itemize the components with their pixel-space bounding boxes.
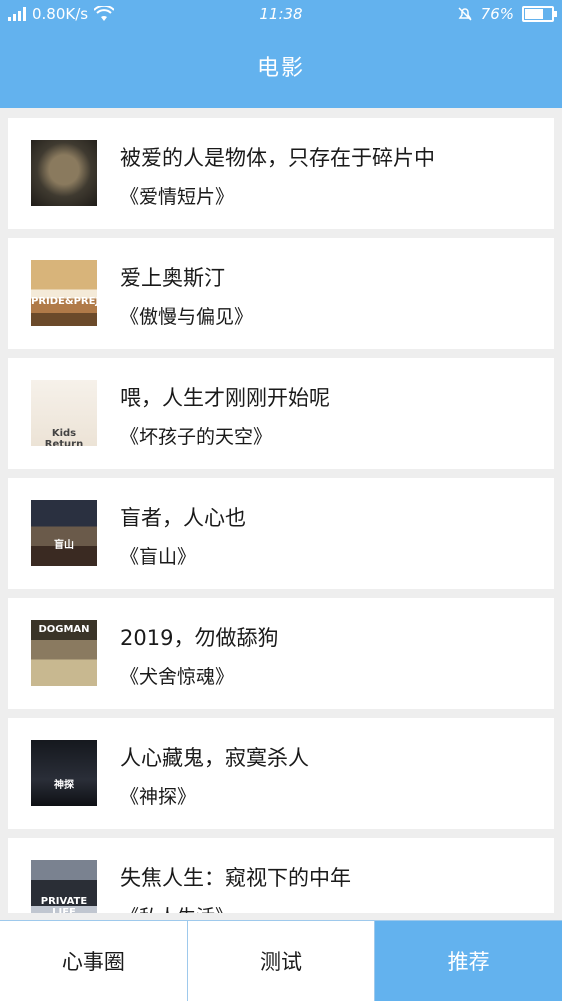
battery-icon	[522, 6, 557, 22]
app-header: 0.80K/s 11:38 76% 电影	[0, 0, 562, 108]
movie-title: 《私人生活》	[120, 902, 234, 913]
status-bar: 0.80K/s 11:38 76%	[0, 0, 562, 30]
tab-xinshiquan[interactable]: 心事圈	[0, 921, 188, 1001]
movie-poster: Kids Return	[31, 380, 97, 446]
movie-poster: PRIVATE LIFE	[31, 860, 97, 913]
poster-text: DOGMAN	[38, 624, 90, 635]
bottom-nav: 心事圈 测试 推荐	[0, 920, 562, 1001]
movie-card[interactable]: PRIVATE LIFE 失焦人生：窥视下的中年《私人生活》	[8, 838, 554, 913]
movie-card[interactable]: 被爱的人是物体，只存在于碎片中 《爱情短片》	[8, 118, 554, 229]
poster-text: 盲山	[54, 540, 74, 551]
movie-poster: 神探	[31, 740, 97, 806]
movie-card[interactable]: DOGMAN 2019，勿做舔狗 《犬舍惊魂》	[8, 598, 554, 709]
tab-test[interactable]: 测试	[188, 921, 376, 1001]
movie-card[interactable]: PRIDE&PREJUDICE 爱上奥斯汀《傲慢与偏见》	[8, 238, 554, 349]
movie-title: 《犬舍惊魂》	[120, 666, 235, 688]
movie-quote: 失焦人生：窥视下的中年	[120, 866, 351, 890]
movie-title: 《傲慢与偏见》	[120, 306, 254, 328]
movie-poster: DOGMAN	[31, 620, 97, 686]
movie-quote: 2019，勿做舔狗	[120, 626, 279, 650]
movie-title: 《爱情短片》	[120, 186, 235, 208]
movie-quote: 人心藏鬼，寂寞杀人	[120, 746, 309, 770]
movie-quote: 被爱的人是物体，只存在于碎片中	[120, 146, 435, 170]
poster-text: PRIDE&PREJUDICE	[31, 296, 97, 307]
movie-poster: 盲山	[31, 500, 97, 566]
poster-text: Kids Return	[44, 428, 84, 446]
movie-title: 《神探》	[120, 786, 197, 808]
movie-card[interactable]: Kids Return 喂，人生才刚刚开始呢 《坏孩子的天空》	[8, 358, 554, 469]
movie-title: 《盲山》	[120, 546, 197, 568]
movie-poster: PRIDE&PREJUDICE	[31, 260, 97, 326]
poster-text: 神探	[54, 780, 74, 791]
battery-percent: 76%	[480, 5, 514, 23]
bell-muted-icon	[458, 7, 472, 21]
movie-card[interactable]: 盲山 盲者，人心也 《盲山》	[8, 478, 554, 589]
movie-card[interactable]: 神探 人心藏鬼，寂寞杀人 《神探》	[8, 718, 554, 829]
tab-recommend[interactable]: 推荐	[375, 921, 562, 1001]
movie-poster	[31, 140, 97, 206]
poster-text: PRIVATE LIFE	[40, 896, 88, 913]
movie-title: 《坏孩子的天空》	[120, 426, 273, 448]
page-title: 电影	[256, 56, 305, 81]
movie-quote: 盲者，人心也	[120, 506, 246, 530]
movie-quote: 喂，人生才刚刚开始呢	[120, 386, 330, 410]
movie-quote: 爱上奥斯汀	[120, 266, 225, 290]
movie-list[interactable]: 被爱的人是物体，只存在于碎片中《爱情短片》 PRIDE&PREJUDICE 爱上奥斯…	[8, 118, 554, 913]
